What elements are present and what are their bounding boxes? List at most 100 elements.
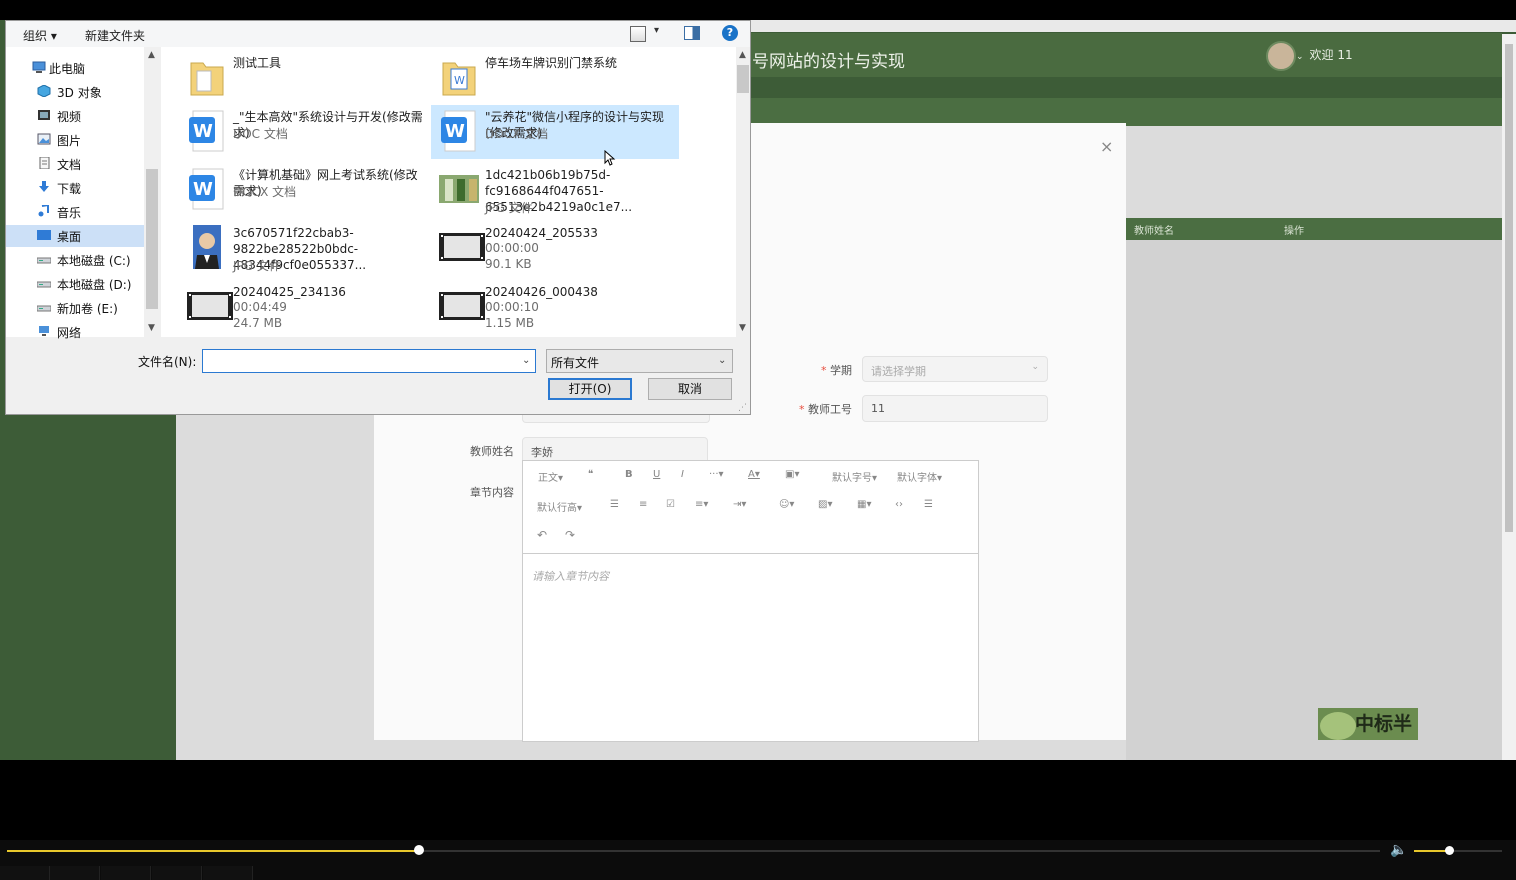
nav-item[interactable]: 视频 — [6, 105, 144, 127]
file-item[interactable]: 20240426_000438 00:00:10 1.15 MB — [431, 280, 679, 334]
player-control[interactable] — [203, 866, 253, 880]
nav-item[interactable]: 桌面 — [6, 225, 144, 247]
page-scrollbar-thumb[interactable] — [1505, 44, 1513, 532]
background-color-icon[interactable]: ▣▾ — [785, 469, 799, 480]
chevron-down-icon[interactable]: ⌄ — [522, 355, 530, 366]
folder-doc-icon: W — [439, 55, 479, 99]
file-item[interactable]: 1dc421b06b19b75d-fc9168644f047651-65513e… — [431, 163, 679, 217]
help-icon[interactable]: ? — [722, 25, 738, 41]
file-scrollbar-thumb[interactable] — [737, 65, 749, 93]
file-item[interactable]: W 《计算机基础》网上考试系统(修改需求) DOCX 文档 — [179, 163, 427, 217]
rich-text-editor[interactable]: 正文▾ ❝ B U I ···▾ A▾ ▣▾ 默认字号▾ 默认字体▾ 默认行高▾… — [522, 460, 979, 742]
file-meta: 1.15 MB — [485, 316, 535, 330]
nav-item[interactable]: 下载 — [6, 177, 144, 199]
image-icon[interactable]: ▨▾ — [818, 499, 832, 510]
emoji-icon[interactable]: ☺▾ — [779, 499, 794, 510]
quote-icon[interactable]: ❝ — [588, 469, 593, 480]
font-family-select[interactable]: 默认字体▾ — [897, 469, 942, 484]
svg-text:W: W — [193, 179, 213, 200]
align-icon[interactable]: ≡▾ — [695, 499, 708, 510]
column-header-actions[interactable]: 操作 — [1284, 222, 1304, 237]
nav-item-label: 音乐 — [57, 206, 82, 220]
nav-item[interactable]: 图片 — [6, 129, 144, 151]
redo-icon[interactable]: ↷ — [565, 528, 575, 542]
nav-item[interactable]: 音乐 — [6, 201, 144, 223]
nav-item[interactable]: 本地磁盘 (C:) — [6, 249, 144, 271]
nav-item[interactable]: 此电脑 — [6, 57, 144, 79]
player-control[interactable] — [0, 866, 50, 880]
portrait-thumbnail-icon — [187, 225, 227, 269]
more-format-icon[interactable]: ···▾ — [709, 469, 724, 480]
chevron-down-icon[interactable]: ▾ — [654, 25, 659, 36]
nav-item-label: 本地磁盘 (D:) — [57, 278, 132, 292]
undo-icon[interactable]: ↶ — [537, 528, 547, 542]
nav-item[interactable]: 本地磁盘 (D:) — [6, 273, 144, 295]
page-scrollbar[interactable] — [1502, 34, 1516, 760]
player-control[interactable] — [50, 866, 100, 880]
open-button[interactable]: 打开(O) — [548, 378, 632, 400]
code-icon[interactable]: ‹› — [895, 499, 903, 510]
file-item[interactable]: 测试工具 — [179, 51, 427, 105]
file-item[interactable]: 20240424_205533 00:00:00 90.1 KB — [431, 221, 679, 275]
nav-scrollbar-thumb[interactable] — [146, 169, 158, 309]
file-item[interactable]: W 停车场车牌识别门禁系统 — [431, 51, 679, 105]
bold-icon[interactable]: B — [625, 469, 633, 480]
file-meta: 00:00:00 — [485, 241, 539, 255]
filename-input[interactable] — [202, 349, 536, 373]
file-type-select[interactable]: 所有文件 — [546, 349, 733, 373]
paragraph-style-button[interactable]: 正文▾ — [538, 469, 563, 484]
word-icon: W — [439, 109, 479, 153]
word-icon: W — [187, 109, 227, 153]
line-height-select[interactable]: 默认行高▾ — [537, 499, 582, 514]
close-icon[interactable]: × — [1100, 137, 1113, 156]
todo-icon[interactable]: ☑ — [666, 499, 675, 510]
column-header-teacher-name[interactable]: 教师姓名 — [1134, 222, 1174, 237]
video-thumbnail-icon — [187, 284, 233, 328]
cancel-button[interactable]: 取消 — [648, 378, 732, 400]
bullet-list-icon[interactable]: ☰ — [610, 499, 619, 510]
underline-icon[interactable]: U — [653, 469, 660, 480]
preview-pane-icon[interactable] — [684, 26, 700, 40]
scroll-up-icon[interactable]: ▲ — [739, 50, 746, 60]
nav-scrollbar[interactable]: ▲ ▼ — [144, 47, 161, 337]
organize-button[interactable]: 组织 ▾ — [23, 27, 57, 44]
chevron-down-icon[interactable]: ⌄ — [718, 355, 726, 366]
sidebar-background — [0, 415, 176, 760]
music-icon — [37, 203, 51, 217]
volume-icon[interactable]: 🔈 — [1390, 842, 1407, 858]
font-size-select[interactable]: 默认字号▾ — [832, 469, 877, 484]
svg-text:W: W — [193, 121, 213, 142]
avatar[interactable] — [1266, 41, 1296, 71]
table-icon[interactable]: ▦▾ — [857, 499, 871, 510]
resize-grip-icon[interactable]: ⋰ — [738, 403, 747, 413]
numbered-list-icon[interactable]: ≡ — [639, 499, 647, 510]
scroll-up-icon[interactable]: ▲ — [148, 50, 155, 60]
nav-item-label: 3D 对象 — [57, 86, 102, 100]
new-folder-button[interactable]: 新建文件夹 — [85, 27, 145, 44]
table-header: 教师姓名 操作 — [1126, 218, 1502, 240]
file-item[interactable]: 3c670571f22cbab3-9822be28522b0bdc-48344f… — [179, 221, 427, 275]
scroll-down-icon[interactable]: ▼ — [148, 323, 155, 333]
file-item[interactable]: W _"生本高效"系统设计与开发(修改需求) DOC 文档 — [179, 105, 427, 159]
nav-item[interactable]: 网络 — [6, 321, 144, 343]
view-options-icon[interactable] — [630, 26, 646, 42]
scroll-down-icon[interactable]: ▼ — [739, 323, 746, 333]
editor-placeholder: 请输入章节内容 — [532, 570, 609, 583]
semester-select[interactable]: 请选择学期 ⌄ — [862, 356, 1048, 382]
divider-icon[interactable]: ☰ — [924, 499, 933, 510]
teacher-id-field[interactable]: 11 — [862, 395, 1048, 422]
nav-item[interactable]: 新加卷 (E:) — [6, 297, 144, 319]
file-item[interactable]: W "云养花"微信小程序的设计与实现(修改需求) DOCX 文档 — [431, 105, 679, 159]
file-item[interactable]: 20240425_234136 00:04:49 24.7 MB — [179, 280, 427, 334]
player-control[interactable] — [152, 866, 202, 880]
indent-icon[interactable]: ⇥▾ — [733, 499, 746, 510]
player-control[interactable] — [101, 866, 151, 880]
italic-icon[interactable]: I — [681, 469, 684, 480]
download-icon — [37, 181, 51, 193]
nav-item[interactable]: 3D 对象 — [6, 81, 144, 103]
dialog-toolbar: 组织 ▾ 新建文件夹 ▾ ? — [6, 21, 750, 47]
nav-item[interactable]: 文档 — [6, 153, 144, 175]
file-scrollbar[interactable]: ▲ ▼ — [736, 47, 750, 337]
progress-handle[interactable] — [413, 845, 424, 855]
font-color-icon[interactable]: A▾ — [748, 469, 760, 480]
